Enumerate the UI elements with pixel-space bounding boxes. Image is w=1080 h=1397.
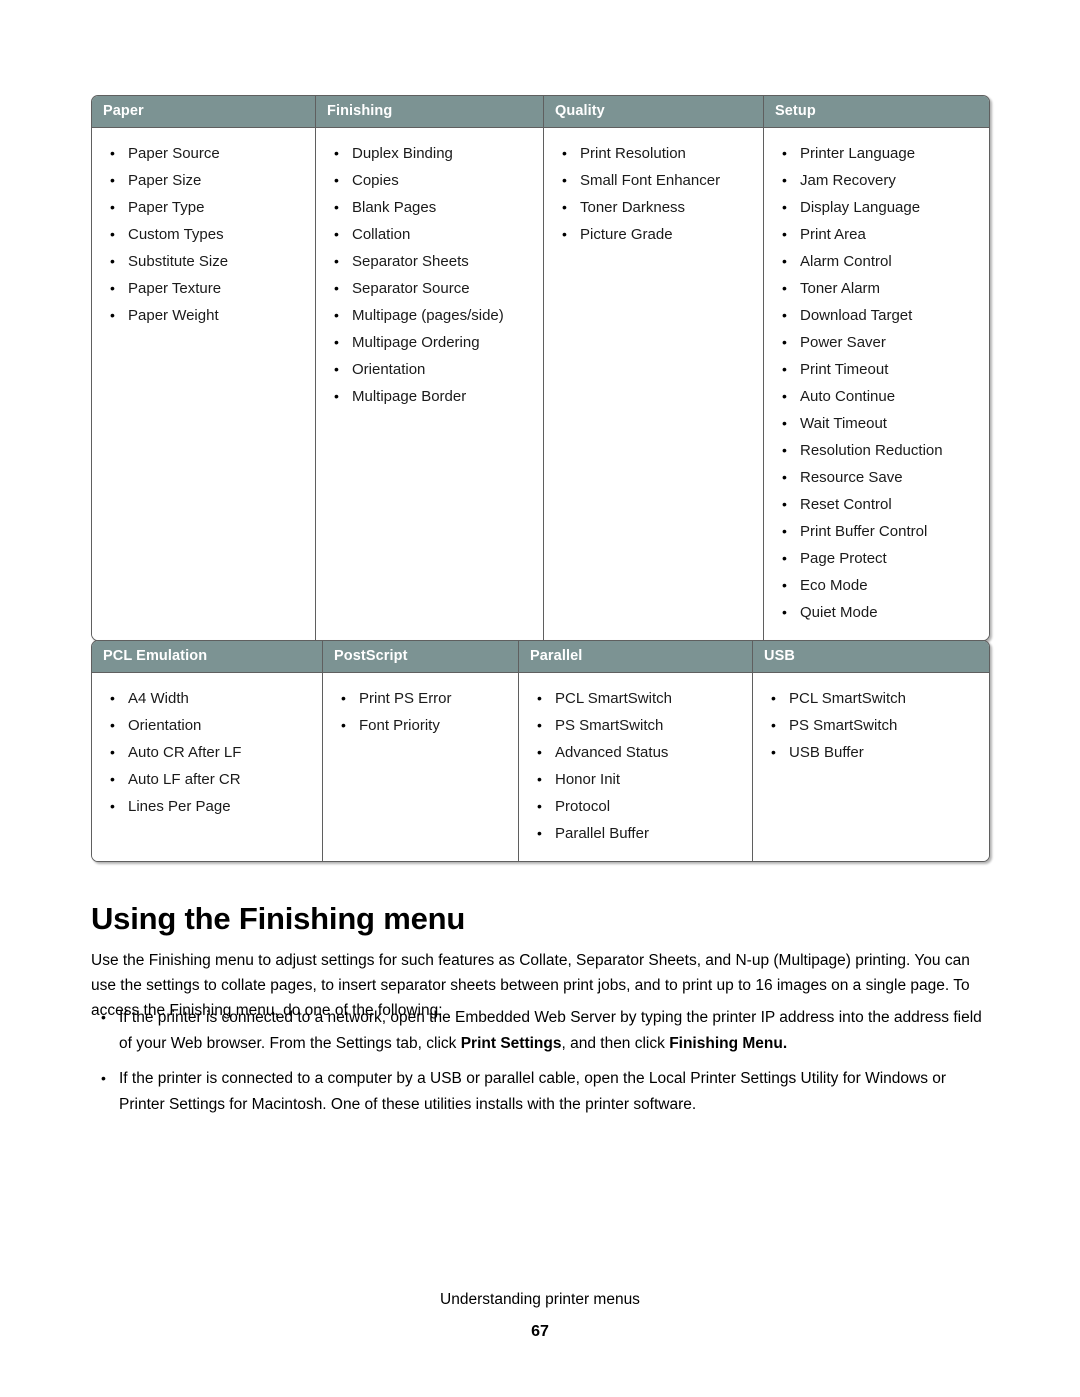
- instruction-list: If the printer is connected to a network…: [91, 1005, 993, 1127]
- body-text: If the printer is connected to a compute…: [119, 1070, 947, 1113]
- menu-list-item: PS SmartSwitch: [519, 712, 752, 739]
- menu-list-item: Print Timeout: [764, 356, 989, 383]
- menu-list-item: Separator Sheets: [316, 248, 543, 275]
- menu-list-paper: Paper SourcePaper SizePaper TypeCustom T…: [92, 140, 315, 329]
- menu-list-item: Auto LF after CR: [92, 766, 322, 793]
- menu-list-quality: Print ResolutionSmall Font EnhancerToner…: [544, 140, 763, 248]
- menu-list-finishing: Duplex BindingCopiesBlank PagesCollation…: [316, 140, 543, 410]
- menu-list-usb: PCL SmartSwitchPS SmartSwitchUSB Buffer: [753, 685, 989, 766]
- page-number: 67: [531, 1323, 549, 1340]
- menu-list-item: PS SmartSwitch: [753, 712, 989, 739]
- column-header-postscript: PostScript: [323, 641, 519, 673]
- menu-list-item: Print PS Error: [323, 685, 518, 712]
- body-text: , and then click: [561, 1034, 670, 1052]
- menu-list-item: Paper Size: [92, 167, 315, 194]
- menu-list-item: Jam Recovery: [764, 167, 989, 194]
- menu-list-item: Paper Texture: [92, 275, 315, 302]
- menu-list-item: Eco Mode: [764, 572, 989, 599]
- menu-list-item: Parallel Buffer: [519, 820, 752, 847]
- menu-list-item: Copies: [316, 167, 543, 194]
- menu-cell-quality: Print ResolutionSmall Font EnhancerToner…: [544, 128, 764, 640]
- menu-list-item: Multipage Ordering: [316, 329, 543, 356]
- menu-list-item: Small Font Enhancer: [544, 167, 763, 194]
- menu-list-item: Advanced Status: [519, 739, 752, 766]
- menu-list-item: Lines Per Page: [92, 793, 322, 820]
- menu-list-item: Multipage (pages/side): [316, 302, 543, 329]
- page-title: Using the Finishing menu: [91, 900, 466, 936]
- footer-caption: Understanding printer menus: [440, 1291, 640, 1308]
- menu-list-pcl-emulation: A4 WidthOrientationAuto CR After LFAuto …: [92, 685, 322, 820]
- menu-list-item: Auto CR After LF: [92, 739, 322, 766]
- menu-list-item: PCL SmartSwitch: [753, 685, 989, 712]
- menu-list-item: Print Resolution: [544, 140, 763, 167]
- menu-list-item: Wait Timeout: [764, 410, 989, 437]
- column-header-finishing: Finishing: [316, 96, 544, 128]
- table-header-row: PCL Emulation PostScript Parallel USB: [92, 641, 989, 673]
- menu-list-item: Print Buffer Control: [764, 518, 989, 545]
- menu-list-item: A4 Width: [92, 685, 322, 712]
- menu-list-item: Printer Language: [764, 140, 989, 167]
- menu-list-item: Paper Type: [92, 194, 315, 221]
- menu-cell-paper: Paper SourcePaper SizePaper TypeCustom T…: [92, 128, 316, 640]
- menu-cell-usb: PCL SmartSwitchPS SmartSwitchUSB Buffer: [753, 673, 989, 861]
- instruction-item: If the printer is connected to a compute…: [91, 1066, 993, 1117]
- menu-list-item: Duplex Binding: [316, 140, 543, 167]
- column-header-pcl-emulation: PCL Emulation: [92, 641, 323, 673]
- column-header-parallel: Parallel: [519, 641, 753, 673]
- menu-list-item: Paper Source: [92, 140, 315, 167]
- emphasis-text: Print Settings: [460, 1034, 562, 1052]
- menu-list-item: Protocol: [519, 793, 752, 820]
- menu-list-item: Display Language: [764, 194, 989, 221]
- menu-list-item: Orientation: [92, 712, 322, 739]
- menu-list-item: Picture Grade: [544, 221, 763, 248]
- menu-cell-pcl-emulation: A4 WidthOrientationAuto CR After LFAuto …: [92, 673, 323, 861]
- menu-list-item: Toner Darkness: [544, 194, 763, 221]
- document-page: Paper Finishing Quality Setup Paper Sour…: [0, 0, 1080, 1397]
- menu-list-item: Resource Save: [764, 464, 989, 491]
- menu-list-item: Power Saver: [764, 329, 989, 356]
- menu-list-item: Honor Init: [519, 766, 752, 793]
- column-header-paper: Paper: [92, 96, 316, 128]
- column-header-usb: USB: [753, 641, 989, 673]
- menu-list-item: Reset Control: [764, 491, 989, 518]
- printer-menus-table-ports: PCL Emulation PostScript Parallel USB A4…: [91, 640, 990, 862]
- menu-list-item: Collation: [316, 221, 543, 248]
- menu-list-item: Paper Weight: [92, 302, 315, 329]
- menu-list-item: USB Buffer: [753, 739, 989, 766]
- menu-list-item: Download Target: [764, 302, 989, 329]
- printer-menus-table-print: Paper Finishing Quality Setup Paper Sour…: [91, 95, 990, 641]
- menu-list-item: Quiet Mode: [764, 599, 989, 626]
- menu-list-item: Page Protect: [764, 545, 989, 572]
- menu-list-parallel: PCL SmartSwitchPS SmartSwitchAdvanced St…: [519, 685, 752, 847]
- menu-cell-postscript: Print PS ErrorFont Priority: [323, 673, 519, 861]
- table-row: A4 WidthOrientationAuto CR After LFAuto …: [92, 673, 989, 861]
- menu-cell-parallel: PCL SmartSwitchPS SmartSwitchAdvanced St…: [519, 673, 753, 861]
- menu-list-item: Font Priority: [323, 712, 518, 739]
- menu-list-item: PCL SmartSwitch: [519, 685, 752, 712]
- column-header-quality: Quality: [544, 96, 764, 128]
- table-header-row: Paper Finishing Quality Setup: [92, 96, 989, 128]
- menu-list-item: Auto Continue: [764, 383, 989, 410]
- menu-list-item: Print Area: [764, 221, 989, 248]
- menu-list-item: Separator Source: [316, 275, 543, 302]
- menu-list-item: Resolution Reduction: [764, 437, 989, 464]
- menu-list-item: Multipage Border: [316, 383, 543, 410]
- menu-cell-finishing: Duplex BindingCopiesBlank PagesCollation…: [316, 128, 544, 640]
- table-row: Paper SourcePaper SizePaper TypeCustom T…: [92, 128, 989, 640]
- menu-list-postscript: Print PS ErrorFont Priority: [323, 685, 518, 739]
- menu-list-item: Alarm Control: [764, 248, 989, 275]
- menu-list-item: Orientation: [316, 356, 543, 383]
- column-header-setup: Setup: [764, 96, 989, 128]
- menu-list-setup: Printer LanguageJam RecoveryDisplay Lang…: [764, 140, 989, 626]
- emphasis-text: Finishing Menu.: [669, 1034, 788, 1052]
- menu-list-item: Custom Types: [92, 221, 315, 248]
- menu-list-item: Blank Pages: [316, 194, 543, 221]
- menu-list-item: Substitute Size: [92, 248, 315, 275]
- menu-cell-setup: Printer LanguageJam RecoveryDisplay Lang…: [764, 128, 989, 640]
- menu-list-item: Toner Alarm: [764, 275, 989, 302]
- instruction-item: If the printer is connected to a network…: [91, 1005, 993, 1056]
